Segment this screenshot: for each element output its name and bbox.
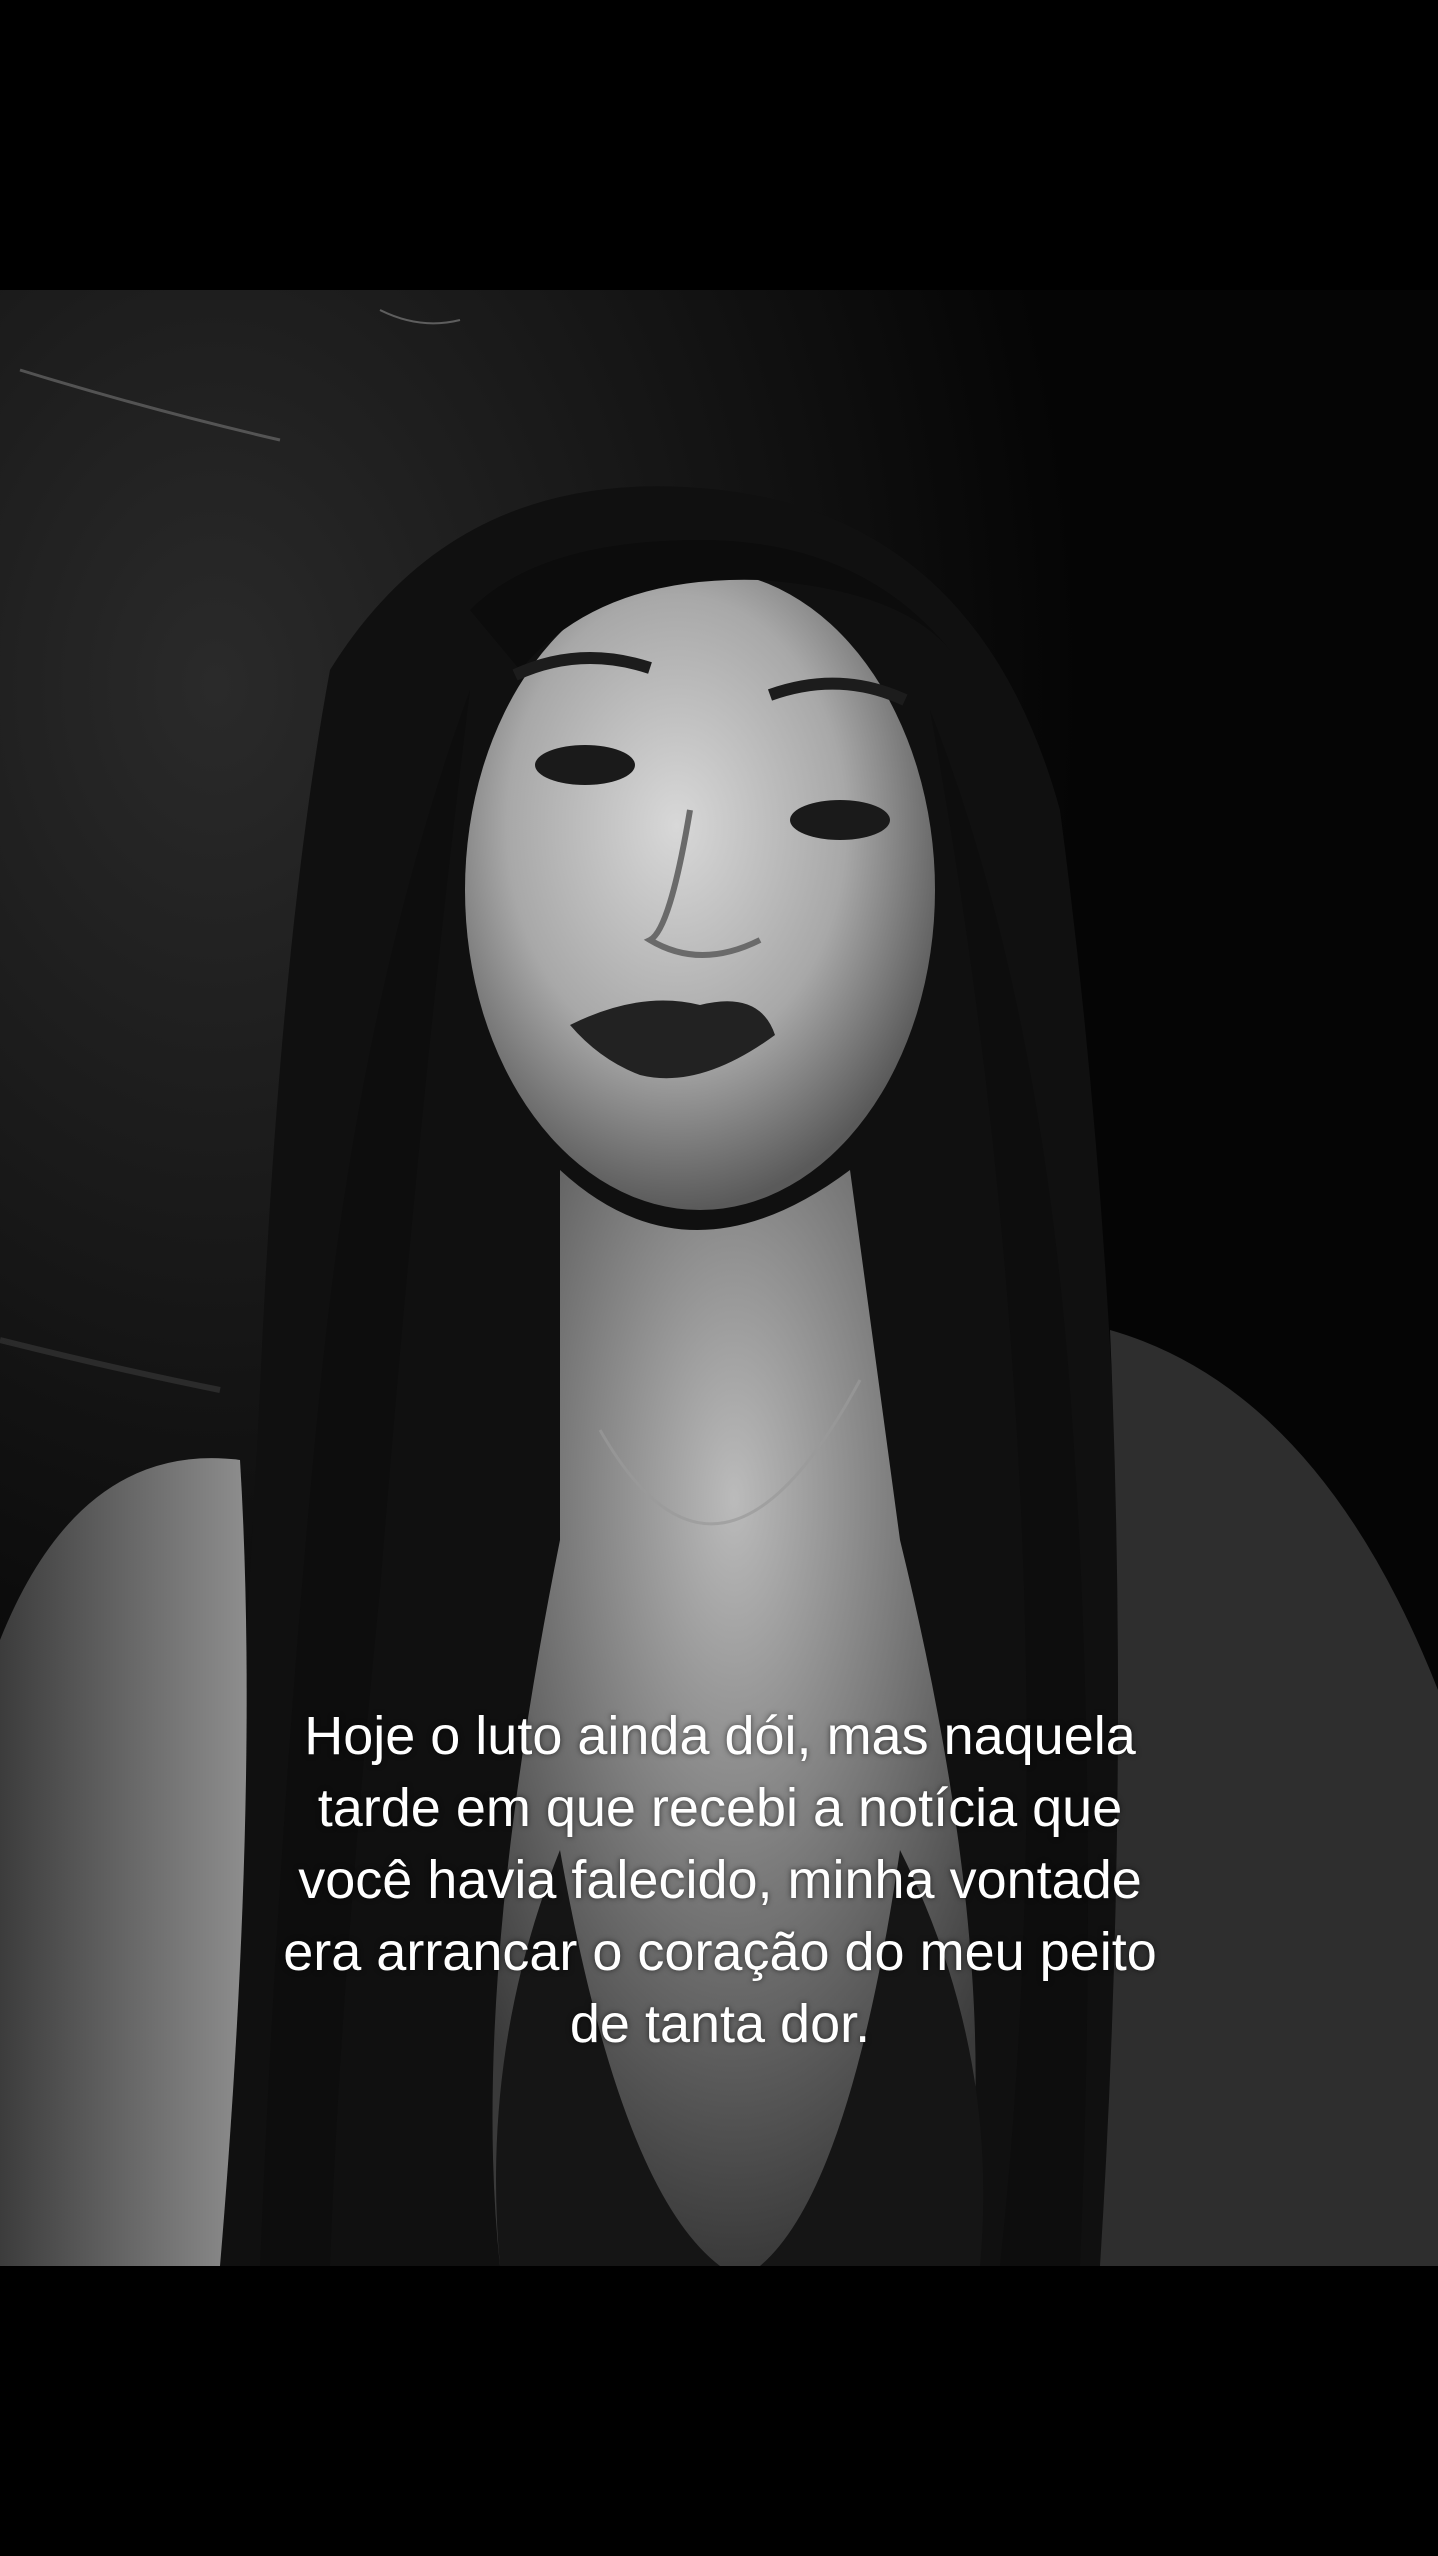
caption-text: Hoje o luto ainda dói, mas naquela tarde… — [170, 1700, 1270, 2060]
top-letterbox — [0, 0, 1438, 290]
caption-line: tarde em que recebi a notícia que — [317, 1778, 1123, 1838]
caption-line: Hoje o luto ainda dói, mas naquela — [304, 1706, 1136, 1766]
caption-line: de tanta dor. — [569, 1994, 871, 2054]
caption-line: era arrancar o coração do meu peito — [283, 1922, 1157, 1982]
caption-line: você havia falecido, minha vontade — [298, 1850, 1142, 1910]
bottom-letterbox — [0, 2266, 1438, 2556]
